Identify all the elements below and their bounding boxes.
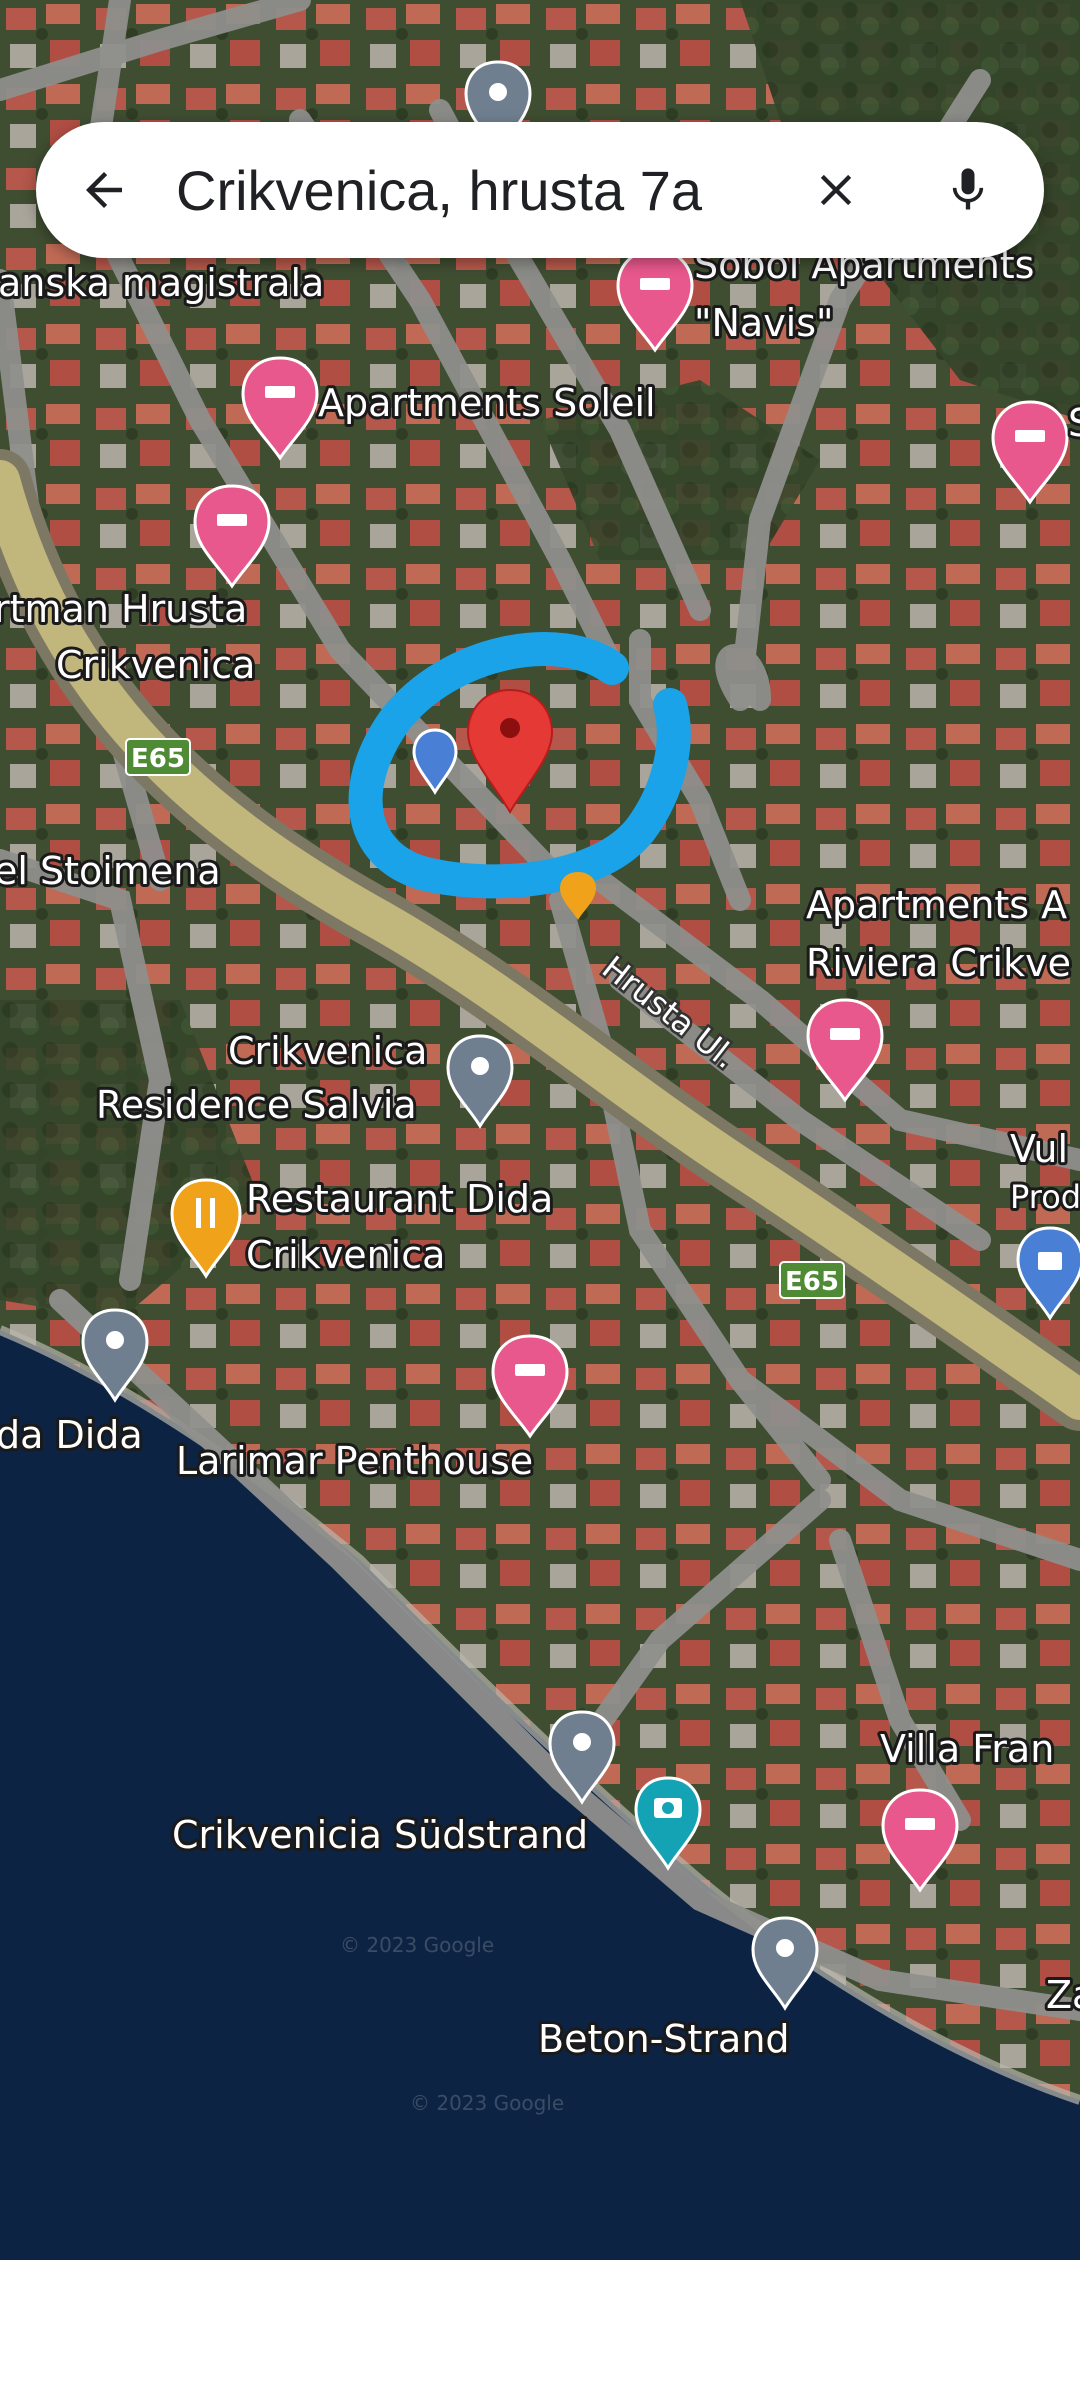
map-label: Riviera Crikve [806, 941, 1071, 985]
e65-shield: E65 [125, 738, 191, 776]
map-label: el Stoimena [0, 849, 221, 893]
map-view[interactable]: E65 E65 anska magistrala Sobol Apartment… [0, 0, 1080, 2260]
map-label: Crikvenica [56, 643, 255, 687]
back-button[interactable] [68, 154, 140, 226]
map-label: S [1068, 401, 1080, 445]
map-label: Apartments Soleil [318, 381, 656, 425]
e65-shield: E65 [779, 1261, 845, 1299]
clear-button[interactable] [800, 154, 872, 226]
voice-search-button[interactable] [932, 154, 1004, 226]
search-bar[interactable]: Crikvenica, hrusta 7a [36, 122, 1044, 258]
map-label: Restaurant Dida [246, 1177, 553, 1221]
map-label: Residence Salvia [96, 1083, 417, 1127]
bottom-blank-area [0, 2260, 1080, 2400]
svg-text:E65: E65 [131, 744, 185, 774]
map-label: Crikvenica [228, 1029, 427, 1073]
map-label: rtman Hrusta [0, 587, 247, 631]
map-label: Vul [1010, 1127, 1068, 1171]
map-label: Prod [1010, 1178, 1080, 1216]
map-label: Villa Fran [880, 1727, 1054, 1771]
map-label: Apartments A [806, 883, 1067, 927]
map-label: Beton-Strand [538, 2017, 790, 2061]
microphone-icon [952, 168, 984, 210]
search-input[interactable]: Crikvenica, hrusta 7a [176, 158, 800, 223]
map-label: Za [1046, 1973, 1080, 2017]
map-watermark: © 2023 Google [340, 1933, 494, 1957]
map-label: da Dida [0, 1413, 143, 1457]
map-label: Crikvenica [246, 1233, 445, 1277]
map-label: anska magistrala [0, 261, 324, 305]
close-icon [820, 174, 852, 206]
map-watermark: © 2023 Google [410, 2091, 564, 2115]
map-label: Crikvenicia Südstrand [172, 1813, 588, 1857]
arrow-left-icon [86, 172, 122, 208]
svg-text:E65: E65 [785, 1267, 839, 1297]
map-label: "Navis" [694, 301, 834, 345]
map-label: Larimar Penthouse [176, 1439, 533, 1483]
